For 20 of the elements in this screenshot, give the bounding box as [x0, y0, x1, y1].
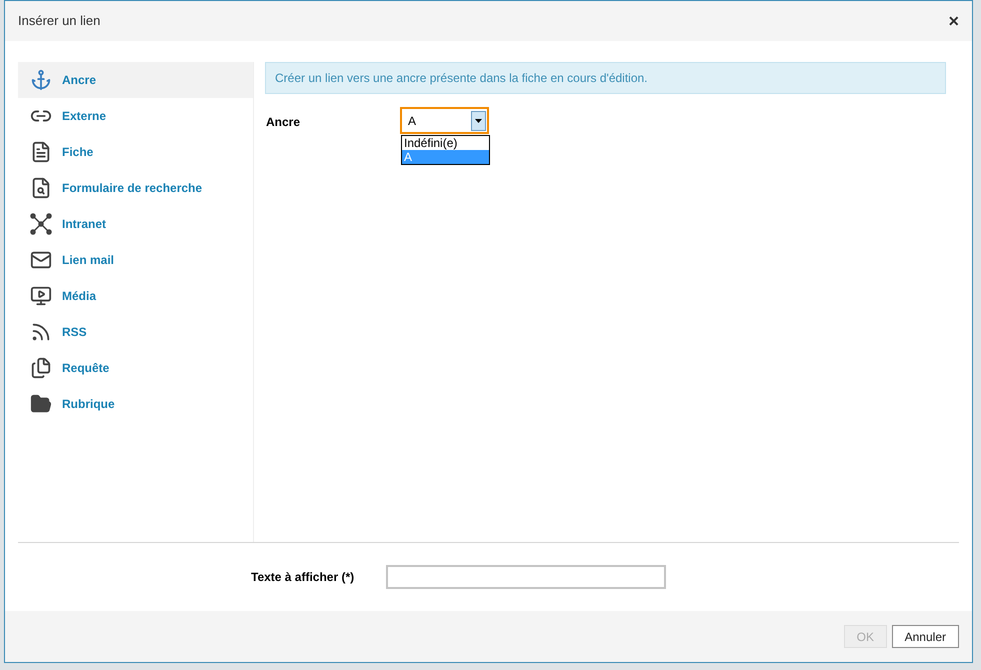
info-banner: Créer un lien vers une ancre présente dans la fiche en cours d'édition. [265, 62, 946, 94]
dropdown-option[interactable]: A [402, 150, 489, 164]
dialog-button[interactable]: Annuler [892, 625, 959, 648]
anchor-icon [30, 69, 52, 91]
field-label: Texte à afficher (*) [251, 569, 356, 586]
caret-icon [471, 110, 486, 130]
documents-icon [30, 357, 52, 379]
field-label: Ancre [265, 114, 302, 131]
sidebar-item[interactable]: Ancre [18, 62, 253, 98]
document-search-icon [30, 177, 52, 199]
dialog-title: Insérer un lien [18, 12, 100, 30]
anchor-select[interactable]: A [400, 107, 489, 134]
folder-icon [30, 393, 52, 415]
network-icon [30, 213, 52, 235]
text-input[interactable] [386, 565, 666, 589]
rss-icon [30, 321, 52, 343]
monitor-play-icon [30, 285, 52, 307]
document-icon [30, 141, 52, 163]
close-button[interactable]: × [948, 12, 959, 30]
envelope-icon [30, 249, 52, 271]
